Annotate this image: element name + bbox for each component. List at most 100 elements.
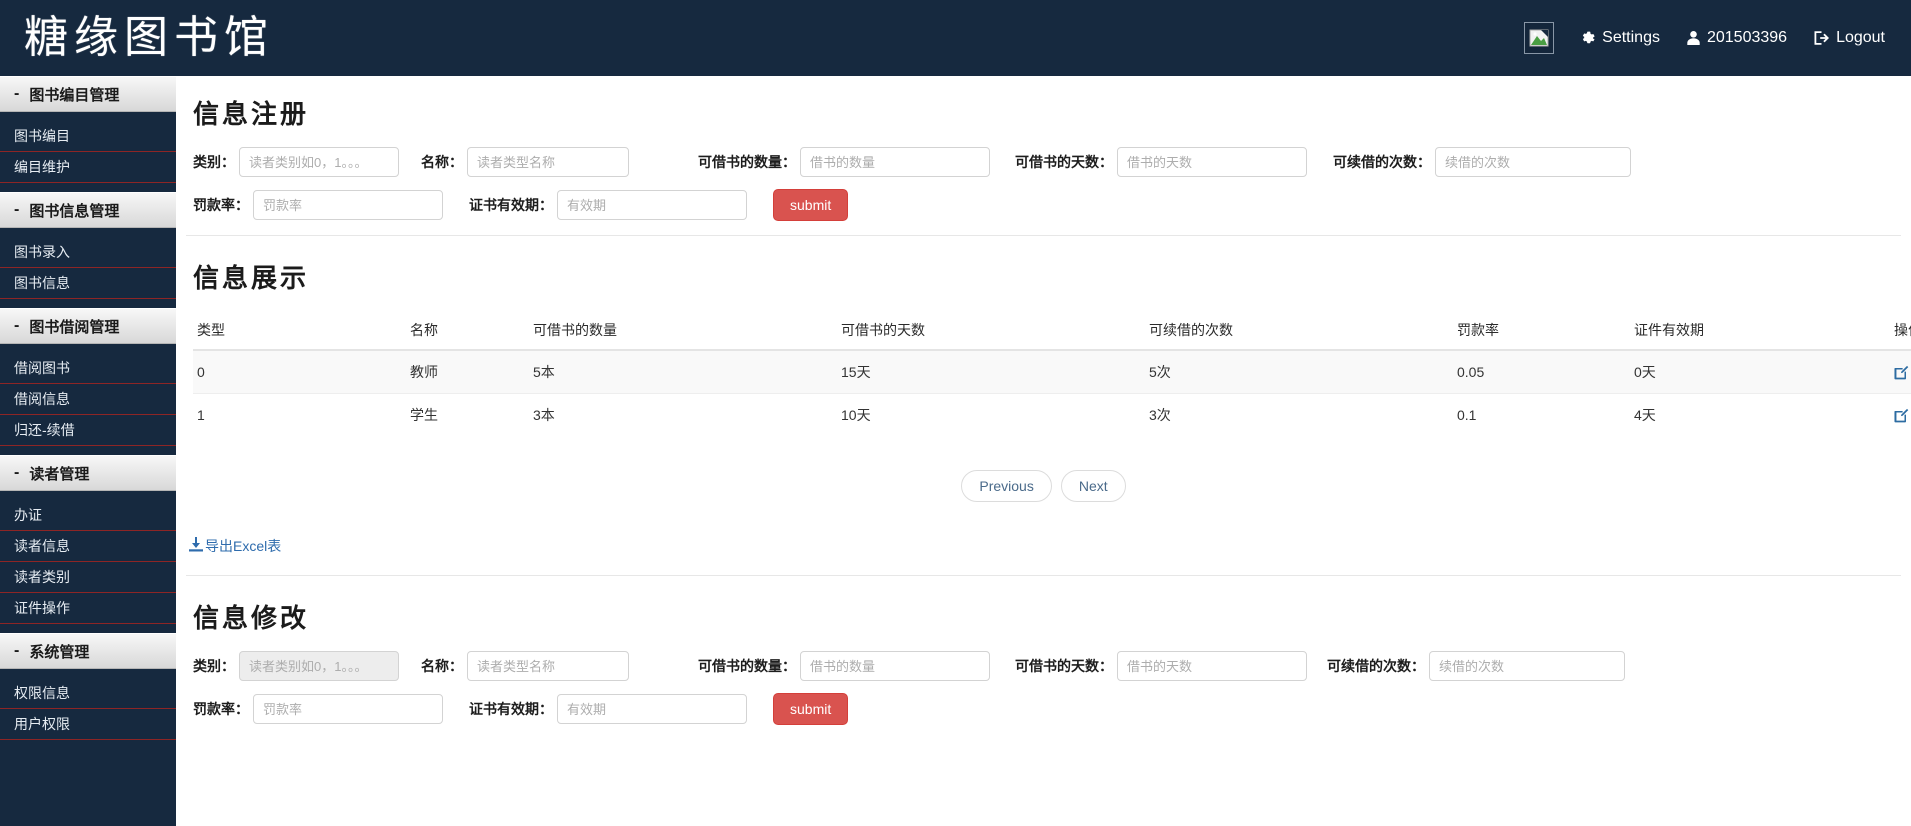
- column-header-borrow-days: 可借书的天数: [837, 311, 1145, 351]
- column-header-valid-period: 证件有效期: [1630, 311, 1890, 351]
- cell-valid-period: 4天: [1630, 393, 1890, 436]
- previous-page-button[interactable]: Previous: [961, 470, 1052, 502]
- label-fine-rate: 罚款率：: [193, 701, 249, 717]
- broken-image-icon: [1524, 22, 1555, 54]
- settings-button[interactable]: Settings: [1580, 29, 1660, 47]
- cell-fine-rate: 0.1: [1453, 393, 1630, 436]
- sidebar-item-borrow-info[interactable]: 借阅信息: [0, 384, 176, 415]
- label-borrow-count: 可借书的数量：: [698, 154, 796, 170]
- sidebar-section-header-book-info[interactable]: - 图书信息管理: [0, 192, 176, 228]
- column-header-name: 名称: [406, 311, 529, 351]
- sidebar-item-book-cataloging[interactable]: 图书编目: [0, 121, 176, 152]
- sidebar-item-card-operations[interactable]: 证件操作: [0, 593, 176, 624]
- site-logo[interactable]: 糖缘图书馆: [24, 16, 274, 60]
- top-navigation: Settings 201503396 Logout: [1524, 22, 1885, 54]
- cell-fine-rate: 0.05: [1453, 349, 1630, 394]
- collapse-toggle-icon: -: [14, 85, 20, 102]
- sidebar-item-reader-category[interactable]: 读者类别: [0, 562, 176, 593]
- cell-name: 教师: [406, 349, 529, 394]
- modify-fine-rate-input[interactable]: [253, 694, 443, 724]
- sidebar-item-permission-info[interactable]: 权限信息: [0, 678, 176, 709]
- top-header-bar: 糖缘图书馆 Settings 201503396 Logout: [0, 0, 1911, 76]
- column-header-renew-count: 可续借的次数: [1145, 311, 1453, 351]
- register-borrow-days-input[interactable]: [1117, 147, 1307, 177]
- register-submit-button[interactable]: submit: [773, 189, 849, 221]
- modify-valid-period-input[interactable]: [557, 694, 747, 724]
- register-valid-period-input[interactable]: [557, 190, 747, 220]
- sidebar-section-title: 系统管理: [29, 643, 90, 661]
- sidebar-section-body: 图书录入 图书信息: [0, 237, 176, 308]
- sidebar-item-issue-card[interactable]: 办证: [0, 500, 176, 531]
- register-borrow-count-input[interactable]: [800, 147, 990, 177]
- settings-label: Settings: [1602, 29, 1660, 46]
- field-group-borrow-days: 可借书的天数：: [1015, 147, 1307, 177]
- sidebar-item-reader-info[interactable]: 读者信息: [0, 531, 176, 562]
- sidebar-navigation: - 图书编目管理 图书编目 编目维护 - 图书信息管理 图书录入 图书信息 - …: [0, 76, 176, 826]
- field-group-name: 名称：: [421, 147, 629, 177]
- label-fine-rate: 罚款率：: [193, 197, 249, 213]
- table-row: 0 教师 5本 15天 5次 0.05 0天: [193, 349, 1911, 394]
- cell-valid-period: 0天: [1630, 349, 1890, 394]
- register-renew-count-input[interactable]: [1435, 147, 1631, 177]
- modify-borrow-days-input[interactable]: [1117, 651, 1307, 681]
- logout-icon: [1813, 30, 1830, 46]
- field-group-category: 类别：: [193, 147, 399, 177]
- sidebar-item-book-information[interactable]: 图书信息: [0, 268, 176, 299]
- avatar[interactable]: [1524, 22, 1555, 54]
- table-body: 0 教师 5本 15天 5次 0.05 0天 1 学生 3本 10天 3次 0.…: [193, 349, 1911, 436]
- logout-button[interactable]: Logout: [1813, 29, 1885, 47]
- sidebar-section-title: 图书信息管理: [29, 202, 120, 220]
- sidebar-section-body: 图书编目 编目维护: [0, 121, 176, 192]
- modify-submit-button[interactable]: submit: [773, 693, 849, 725]
- modify-name-input[interactable]: [467, 651, 629, 681]
- register-name-input[interactable]: [467, 147, 629, 177]
- sidebar-section-body: 借阅图书 借阅信息 归还-续借: [0, 353, 176, 455]
- next-page-button[interactable]: Next: [1060, 470, 1126, 502]
- cell-type: 1: [193, 393, 406, 436]
- modify-renew-count-input[interactable]: [1429, 651, 1625, 681]
- label-borrow-days: 可借书的天数：: [1015, 154, 1113, 170]
- gear-icon: [1580, 30, 1596, 46]
- sidebar-section-title: 图书借阅管理: [29, 318, 120, 336]
- sidebar-item-book-entry[interactable]: 图书录入: [0, 237, 176, 268]
- cell-name: 学生: [406, 393, 529, 436]
- cell-renew-count: 5次: [1145, 349, 1453, 394]
- edit-icon[interactable]: [1894, 408, 1909, 423]
- modify-borrow-count-input[interactable]: [800, 651, 990, 681]
- cell-borrow-days: 10天: [837, 393, 1145, 436]
- label-borrow-count: 可借书的数量：: [698, 658, 796, 674]
- export-excel-link[interactable]: 导出Excel表: [189, 536, 281, 556]
- section-divider-1: [186, 235, 1901, 236]
- sidebar-section-header-cataloging[interactable]: - 图书编目管理: [0, 76, 176, 112]
- section-divider-2: [186, 575, 1901, 576]
- user-account-link[interactable]: 201503396: [1686, 29, 1787, 47]
- label-borrow-days: 可借书的天数：: [1015, 658, 1113, 674]
- field-group-category: 类别：: [193, 651, 399, 681]
- sidebar-section-header-borrowing[interactable]: - 图书借阅管理: [0, 308, 176, 344]
- register-section-title: 信息注册: [193, 100, 310, 130]
- label-name: 名称：: [421, 658, 463, 674]
- field-group-fine-rate: 罚款率：: [193, 694, 443, 724]
- register-fine-rate-input[interactable]: [253, 190, 443, 220]
- sidebar-section-borrowing: - 图书借阅管理 借阅图书 借阅信息 归还-续借: [0, 308, 176, 455]
- modify-category-input: [239, 651, 399, 681]
- label-name: 名称：: [421, 154, 463, 170]
- sidebar-section-cataloging: - 图书编目管理 图书编目 编目维护: [0, 76, 176, 192]
- register-category-input[interactable]: [239, 147, 399, 177]
- sidebar-item-catalog-maintenance[interactable]: 编目维护: [0, 152, 176, 183]
- logout-label: Logout: [1836, 29, 1885, 46]
- column-header-type: 类型: [193, 311, 406, 351]
- sidebar-section-header-reader[interactable]: - 读者管理: [0, 455, 176, 491]
- display-section-title: 信息展示: [193, 264, 310, 294]
- edit-icon[interactable]: [1894, 365, 1909, 380]
- table-header-row: 类型 名称 可借书的数量 可借书的天数 可续借的次数 罚款率 证件有效期 操作: [193, 311, 1911, 351]
- sidebar-section-title: 图书编目管理: [29, 86, 120, 104]
- register-form-row-2: 罚款率： 证书有效期： submit: [193, 189, 1901, 221]
- sidebar-section-header-system[interactable]: - 系统管理: [0, 633, 176, 669]
- label-category: 类别：: [193, 154, 235, 170]
- field-group-borrow-count: 可借书的数量：: [698, 651, 990, 681]
- sidebar-item-user-permission[interactable]: 用户权限: [0, 709, 176, 740]
- sidebar-item-return-renew[interactable]: 归还-续借: [0, 415, 176, 446]
- table-head: 类型 名称 可借书的数量 可借书的天数 可续借的次数 罚款率 证件有效期 操作: [193, 311, 1911, 351]
- sidebar-item-borrow-book[interactable]: 借阅图书: [0, 353, 176, 384]
